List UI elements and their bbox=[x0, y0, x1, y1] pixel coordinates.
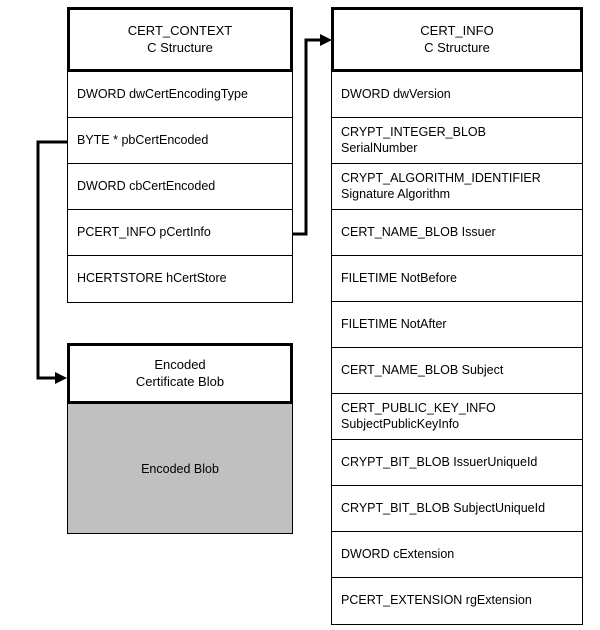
field-type: CRYPT_INTEGER_BLOB bbox=[341, 125, 486, 140]
field-label: DWORD dwCertEncodingType bbox=[77, 86, 248, 101]
cert-info-structure: CERT_INFO C Structure DWORD dwVersion CR… bbox=[331, 7, 583, 625]
cert-context-title: CERT_CONTEXT bbox=[127, 23, 233, 39]
cert-info-field-dwversion: DWORD dwVersion bbox=[332, 72, 582, 118]
field-label: DWORD cExtension bbox=[341, 546, 455, 561]
cert-context-field-dwcertencodingtype: DWORD dwCertEncodingType bbox=[68, 72, 292, 118]
arrowhead-icon bbox=[55, 372, 67, 384]
structure-diagram: CERT_CONTEXT C Structure DWORD dwCertEnc… bbox=[0, 0, 600, 630]
field-name: SerialNumber bbox=[341, 140, 418, 155]
cert-info-title: CERT_INFO bbox=[420, 23, 494, 39]
field-name: Signature Algorithm bbox=[341, 186, 451, 201]
encoded-blob-body: Encoded Blob bbox=[67, 404, 293, 534]
cert-info-field-list: DWORD dwVersion CRYPT_INTEGER_BLOB Seria… bbox=[331, 72, 583, 625]
field-label: CERT_NAME_BLOB Issuer bbox=[341, 224, 496, 239]
field-label: CRYPT_BIT_BLOB IssuerUniqueId bbox=[341, 454, 538, 469]
field-type: CRYPT_ALGORITHM_IDENTIFIER bbox=[341, 171, 541, 186]
field-label: CRYPT_BIT_BLOB SubjectUniqueId bbox=[341, 500, 546, 515]
cert-info-field-issuer: CERT_NAME_BLOB Issuer bbox=[332, 210, 582, 256]
connector-pbcertencoded-to-blob bbox=[36, 140, 67, 384]
cert-info-field-serialnumber: CRYPT_INTEGER_BLOB SerialNumber bbox=[332, 118, 582, 164]
cert-info-field-subjectuniqueid: CRYPT_BIT_BLOB SubjectUniqueId bbox=[332, 486, 582, 532]
field-label: CERT_NAME_BLOB Subject bbox=[341, 362, 504, 377]
cert-context-field-pbcertencoded: BYTE * pbCertEncoded bbox=[68, 118, 292, 164]
cert-context-field-pcertinfo: PCERT_INFO pCertInfo bbox=[68, 210, 292, 256]
cert-context-subtitle: C Structure bbox=[147, 39, 213, 55]
cert-info-field-subject: CERT_NAME_BLOB Subject bbox=[332, 348, 582, 394]
cert-context-field-list: DWORD dwCertEncodingType BYTE * pbCertEn… bbox=[67, 72, 293, 303]
field-label: PCERT_EXTENSION rgExtension bbox=[341, 593, 532, 608]
encoded-blob-body-label: Encoded Blob bbox=[141, 461, 219, 476]
field-label: FILETIME NotBefore bbox=[341, 270, 458, 285]
connector-pcertinfo-to-certinfo bbox=[293, 34, 332, 236]
cert-context-field-hcertstore: HCERTSTORE hCertStore bbox=[68, 256, 292, 302]
field-name: SubjectPublicKeyInfo bbox=[341, 416, 460, 431]
cert-info-field-signaturealgorithm: CRYPT_ALGORITHM_IDENTIFIER Signature Alg… bbox=[332, 164, 582, 210]
cert-context-header: CERT_CONTEXT C Structure bbox=[67, 7, 293, 72]
field-type: CERT_PUBLIC_KEY_INFO bbox=[341, 401, 496, 416]
encoded-blob-title: Encoded bbox=[154, 357, 206, 373]
cert-info-field-rgextension: PCERT_EXTENSION rgExtension bbox=[332, 578, 582, 624]
field-label: PCERT_INFO pCertInfo bbox=[77, 224, 211, 239]
field-label: BYTE * pbCertEncoded bbox=[77, 132, 209, 147]
cert-info-field-cextension: DWORD cExtension bbox=[332, 532, 582, 578]
encoded-certificate-blob: Encoded Certificate Blob Encoded Blob bbox=[67, 343, 293, 534]
encoded-blob-header: Encoded Certificate Blob bbox=[67, 343, 293, 404]
cert-info-subtitle: C Structure bbox=[424, 39, 490, 55]
encoded-blob-subtitle: Certificate Blob bbox=[135, 373, 225, 389]
cert-info-field-subjectpublickeyinfo: CERT_PUBLIC_KEY_INFO SubjectPublicKeyInf… bbox=[332, 394, 582, 440]
field-label: FILETIME NotAfter bbox=[341, 316, 447, 331]
field-label: HCERTSTORE hCertStore bbox=[77, 271, 227, 286]
field-label: DWORD dwVersion bbox=[341, 86, 451, 101]
field-label: DWORD cbCertEncoded bbox=[77, 178, 216, 193]
cert-info-field-notbefore: FILETIME NotBefore bbox=[332, 256, 582, 302]
cert-context-field-cbcertencoded: DWORD cbCertEncoded bbox=[68, 164, 292, 210]
cert-context-structure: CERT_CONTEXT C Structure DWORD dwCertEnc… bbox=[67, 7, 293, 303]
cert-info-field-issueruniqueid: CRYPT_BIT_BLOB IssuerUniqueId bbox=[332, 440, 582, 486]
cert-info-header: CERT_INFO C Structure bbox=[331, 7, 583, 72]
cert-info-field-notafter: FILETIME NotAfter bbox=[332, 302, 582, 348]
